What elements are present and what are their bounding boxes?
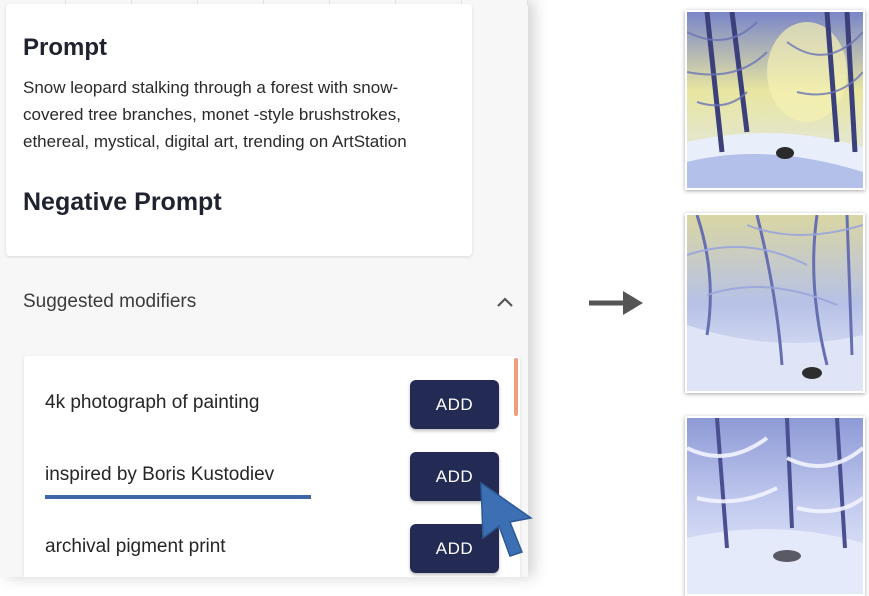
suggested-modifiers-title: Suggested modifiers xyxy=(23,291,197,312)
modifier-list: 4k photograph of painting ADD inspired b… xyxy=(24,356,520,577)
highlight-underline xyxy=(45,495,311,499)
chevron-up-icon[interactable] xyxy=(495,292,515,312)
generated-image[interactable] xyxy=(685,10,865,190)
prompt-panel: Prompt Snow leopard stalking through a f… xyxy=(0,0,528,577)
list-item: archival pigment print ADD xyxy=(24,512,520,577)
mouse-pointer-icon xyxy=(480,481,533,557)
modifier-label: 4k photograph of painting xyxy=(45,392,260,413)
scrollbar-thumb[interactable] xyxy=(514,358,518,416)
modifier-label: inspired by Boris Kustodiev xyxy=(45,464,275,485)
suggested-modifiers-header[interactable]: Suggested modifiers xyxy=(0,262,528,344)
generated-image[interactable] xyxy=(685,416,865,596)
generated-image[interactable] xyxy=(685,213,865,393)
prompt-text[interactable]: Snow leopard stalking through a forest w… xyxy=(23,74,433,155)
prompt-heading: Prompt xyxy=(23,34,107,61)
arrow-right-icon xyxy=(589,291,643,315)
list-item: 4k photograph of painting ADD xyxy=(24,368,520,440)
negative-prompt-heading: Negative Prompt xyxy=(23,188,222,216)
list-item: inspired by Boris Kustodiev ADD xyxy=(24,440,520,512)
prompt-card: Prompt Snow leopard stalking through a f… xyxy=(6,4,472,256)
modifier-label: archival pigment print xyxy=(45,536,226,557)
add-button[interactable]: ADD xyxy=(410,380,499,429)
